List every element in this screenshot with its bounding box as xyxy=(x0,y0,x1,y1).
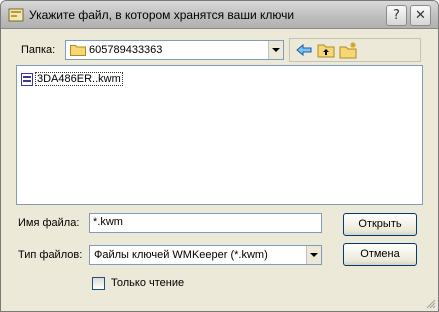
file-list[interactable]: 3DA486ER..kwm xyxy=(16,65,423,205)
resize-grip-icon[interactable] xyxy=(424,297,436,309)
file-name: 3DA486ER..kwm xyxy=(35,72,123,86)
app-icon xyxy=(8,8,24,22)
chevron-down-icon xyxy=(272,48,280,52)
filetype-value: Файлы ключей WMKeeper (*.kwm) xyxy=(94,249,268,261)
cancel-button[interactable]: Отмена xyxy=(343,243,417,266)
list-item[interactable]: 3DA486ER..kwm xyxy=(21,71,123,87)
back-arrow-icon[interactable] xyxy=(294,41,314,59)
lookin-combobox[interactable]: 605789433363 xyxy=(65,40,284,60)
filename-label: Имя файла: xyxy=(18,217,80,229)
window-title: Укажите файл, в котором хранятся ваши кл… xyxy=(29,8,295,22)
readonly-checkbox[interactable] xyxy=(92,277,105,290)
up-folder-icon[interactable] xyxy=(316,41,336,59)
open-file-dialog: Укажите файл, в котором хранятся ваши кл… xyxy=(0,0,439,312)
filename-input[interactable]: *.kwm xyxy=(89,213,322,233)
lookin-value: 605789433363 xyxy=(89,44,163,56)
title-bar[interactable]: Укажите файл, в котором хранятся ваши кл… xyxy=(1,1,438,29)
close-button[interactable]: ✕ xyxy=(410,5,431,26)
filetype-label: Тип файлов: xyxy=(18,249,83,261)
chevron-down-icon xyxy=(310,253,318,257)
lookin-dropdown-button[interactable] xyxy=(268,41,283,59)
filetype-combobox[interactable]: Файлы ключей WMKeeper (*.kwm) xyxy=(89,245,322,265)
file-icon xyxy=(21,72,33,86)
readonly-label[interactable]: Только чтение xyxy=(111,277,184,289)
new-folder-icon[interactable] xyxy=(338,41,358,59)
lookin-label: Папка: xyxy=(21,44,56,56)
open-button[interactable]: Открыть xyxy=(343,213,417,236)
help-button[interactable]: ? xyxy=(386,5,407,26)
folder-icon xyxy=(70,45,86,56)
filetype-dropdown-button[interactable] xyxy=(306,246,321,264)
navigation-toolbar xyxy=(289,38,421,62)
